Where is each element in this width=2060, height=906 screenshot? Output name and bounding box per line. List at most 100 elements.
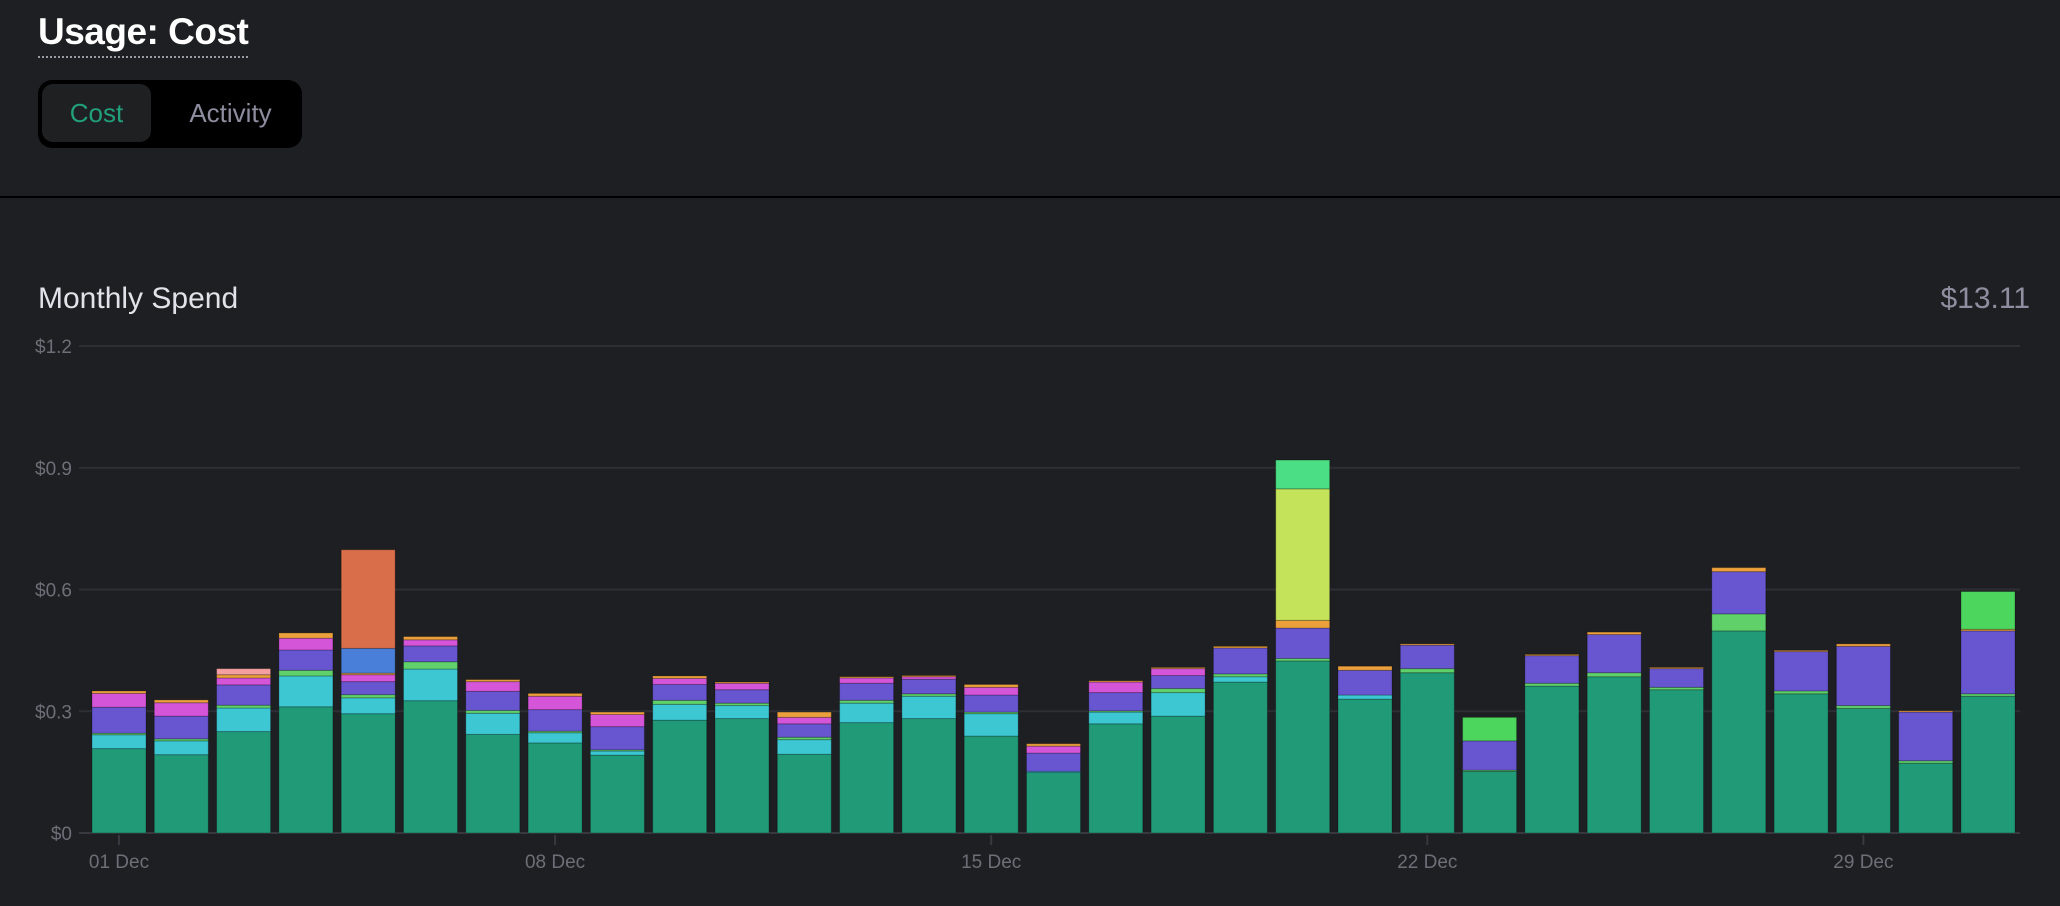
bar-segment (403, 700, 458, 834)
bar-segment (1399, 668, 1455, 674)
bar-segment (403, 668, 458, 702)
bar-segment (1835, 707, 1891, 834)
bar-segment (652, 683, 708, 701)
bar-segment (1773, 693, 1829, 834)
bar-segment (1275, 488, 1331, 621)
bar-segment (1088, 723, 1144, 834)
bar-segment (714, 718, 770, 834)
bar-segment (839, 676, 895, 679)
bar-segment (1835, 643, 1891, 647)
x-tick-label: 29 Dec (1833, 852, 1893, 873)
bar-segment (714, 705, 770, 720)
bar-segment (1337, 669, 1393, 696)
bar-segment (278, 649, 334, 671)
bar-segment (1088, 692, 1144, 712)
bar-segment (1835, 645, 1891, 707)
bar-segment (1649, 668, 1704, 688)
bar-segment (91, 692, 147, 708)
bar-segment (91, 748, 147, 834)
monthly-spend-chart: $0 $0.3 $0.6 $0.9 $1.2 01 Dec 08 Dec 15 Dec 22 D… (35, 337, 2020, 873)
bar-segment (652, 677, 708, 685)
bar-segment (1898, 762, 1954, 834)
bar-segment (1586, 634, 1642, 674)
bar-segment (340, 681, 396, 696)
bar-segment (776, 711, 832, 718)
bar-segment (278, 637, 334, 651)
bar-segment (1399, 672, 1455, 834)
bar-segment (340, 713, 396, 834)
bar-segment (776, 753, 832, 834)
bar-segment (1586, 631, 1642, 636)
bar-segment (1275, 660, 1331, 834)
bar-segment (1275, 627, 1331, 659)
y-tick-label: $0.6 (35, 581, 72, 602)
bar-segment (652, 703, 708, 721)
bar-segment (963, 683, 1019, 688)
bar-segment (1773, 649, 1829, 653)
bar-segment (1462, 770, 1518, 834)
bar-segment (652, 675, 708, 679)
bar-segment (1711, 613, 1767, 632)
bar-segment (963, 735, 1019, 834)
bar-segment (153, 740, 209, 756)
x-tick-label: 15 Dec (961, 852, 1021, 873)
bar-segment (1960, 695, 2016, 834)
bar-segment (1150, 688, 1206, 694)
bar-segment (1586, 676, 1642, 834)
x-tick-label: 08 Dec (525, 852, 585, 873)
bar-segment (403, 636, 458, 641)
bar-segment (1711, 630, 1767, 834)
bar-segment (216, 731, 272, 834)
y-tick-label: $0.3 (35, 702, 72, 723)
bar-segment (839, 722, 895, 834)
bar-segment (278, 632, 334, 639)
bar-segment (91, 690, 147, 694)
bar-segment (1711, 571, 1767, 615)
bar-segment (714, 689, 770, 704)
bar-segment (901, 678, 957, 695)
bar-segment (340, 697, 396, 715)
bar-segment (1026, 752, 1081, 772)
y-tick-label: $1.2 (35, 337, 72, 358)
bar-segment (901, 675, 957, 678)
bar-segment (1399, 643, 1455, 646)
bar-segment (589, 750, 645, 756)
bar-segment (465, 681, 521, 692)
bar-segment (963, 694, 1019, 713)
bar-segment (1088, 711, 1144, 725)
bar-segment (527, 692, 583, 697)
bar-segment (1337, 694, 1393, 700)
bar-segment (1150, 692, 1206, 717)
bar-segment (278, 706, 334, 834)
bar-segment (91, 734, 147, 750)
bar-segment (1649, 666, 1704, 670)
x-tick-label: 01 Dec (89, 852, 149, 873)
bar-segment (1711, 567, 1767, 573)
bar-segment (1275, 619, 1331, 629)
bar-segment (589, 726, 645, 751)
bar-segment (1212, 647, 1268, 675)
bar-segment (1275, 459, 1331, 490)
bar-segment (901, 718, 957, 834)
bar-segment (465, 690, 521, 711)
bar-segment (153, 715, 209, 740)
bar-segment (1150, 675, 1206, 690)
bar-segment (1586, 672, 1642, 678)
bar-segment (1960, 630, 2016, 695)
bar-segment (839, 677, 895, 684)
bar-segment (403, 645, 458, 663)
bar-segment (153, 754, 209, 834)
bar-segment (776, 739, 832, 755)
bar-segment (776, 723, 832, 738)
bar-segment (340, 549, 396, 649)
bar-segment (963, 686, 1019, 696)
bar-segment (1088, 681, 1144, 694)
bar-segment (1462, 716, 1518, 742)
bar-segment (278, 675, 334, 708)
bar-segment (1026, 743, 1081, 747)
bar-segment (652, 699, 708, 705)
bar-segment (1898, 711, 1954, 762)
bar-segment (589, 713, 645, 728)
bar-segment (1524, 685, 1580, 834)
bar-segment (839, 702, 895, 724)
